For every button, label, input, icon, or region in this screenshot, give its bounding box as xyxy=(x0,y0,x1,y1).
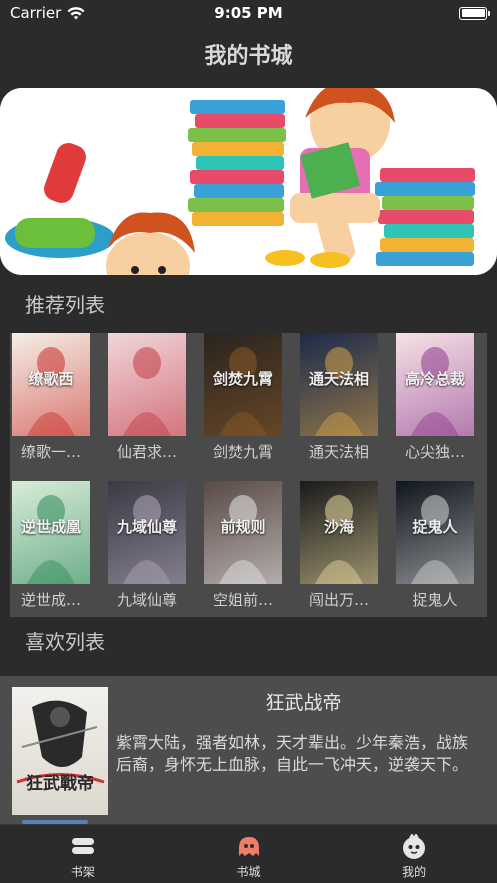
book-cover: 逆世成凰 xyxy=(12,481,90,584)
book-cover: 高冷总裁 xyxy=(396,333,474,436)
battery-icon xyxy=(459,6,490,20)
book-cover: 九域仙尊 xyxy=(108,481,186,584)
bookshelf-icon xyxy=(71,838,94,854)
book-cover-text: 通天法相 xyxy=(308,370,369,388)
book-cover: 捉鬼人 xyxy=(396,481,474,584)
book-title: 捉鬼人 xyxy=(412,591,458,609)
book-item[interactable]: 沙海闯出万… xyxy=(300,481,378,610)
book-cover-art xyxy=(123,347,171,436)
status-time: 9:05 PM xyxy=(214,4,283,22)
book-title: 通天法相 xyxy=(308,443,369,461)
page-title: 我的书城 xyxy=(204,44,293,69)
book-cover-text: 缭歌西 xyxy=(28,370,74,388)
book-item[interactable]: 仙君求… xyxy=(108,333,186,462)
book-title: 仙君求… xyxy=(116,443,177,461)
book-cover: 前规则 xyxy=(204,481,282,584)
book-cover-text: 高冷总裁 xyxy=(404,370,465,388)
book-item[interactable]: 前规则空姐前… xyxy=(204,481,282,610)
recommended-grid: 缭歌西 缭歌一… 仙君求… 剑焚九霄 剑焚九霄 通天法相 通天法相 高冷总裁 心尖独… 逆世成凰逆… xyxy=(10,333,487,617)
book-cover: 缭歌西 xyxy=(12,333,90,436)
book-cover xyxy=(108,333,186,436)
section-title-recommended: 推荐列表 xyxy=(25,293,105,317)
book-item[interactable]: 捉鬼人 捉鬼人 xyxy=(396,481,474,610)
book-cover: 通天法相 xyxy=(300,333,378,436)
book-title: 剑焚九霄 xyxy=(212,443,273,461)
tab-bookstore[interactable]: 书城 xyxy=(166,825,332,883)
book-title: 空姐前… xyxy=(212,591,273,609)
book-cover-text: 九域仙尊 xyxy=(116,518,177,536)
book-cover-text: 剑焚九霄 xyxy=(212,370,273,388)
book-title: 缭歌一… xyxy=(20,443,81,461)
book-cover-text: 前规则 xyxy=(220,518,266,536)
book-title: 九域仙尊 xyxy=(116,591,177,609)
favorite-book-card[interactable]: 狂武戰帝 狂武战帝 紫霄大陆，强者如林，天才辈出。少年秦浩，战族后裔，身怀无上血… xyxy=(0,676,497,824)
banner-image[interactable] xyxy=(0,88,497,275)
favorite-cover-text: 狂武戰帝 xyxy=(26,774,94,794)
bookstore-icon xyxy=(238,837,259,856)
favorite-book-cover: 狂武戰帝 xyxy=(12,687,108,815)
book-item[interactable]: 缭歌西缭歌一… xyxy=(12,333,90,462)
tab-bookshelf[interactable]: 书架 xyxy=(0,825,166,883)
book-cover: 剑焚九霄 xyxy=(204,333,282,436)
book-item[interactable]: 逆世成凰逆世成… xyxy=(12,481,90,610)
book-item[interactable]: 剑焚九霄 剑焚九霄 xyxy=(204,333,282,462)
book-cover-text: 逆世成凰 xyxy=(20,518,81,536)
profile-icon xyxy=(403,834,426,859)
tab-bar: 书架 书城 我的 xyxy=(0,824,497,883)
book-title: 闯出万… xyxy=(308,591,369,609)
book-item[interactable]: 通天法相 通天法相 xyxy=(300,333,378,462)
tab-label-bookshelf: 书架 xyxy=(70,865,95,879)
book-item[interactable]: 九域仙尊 九域仙尊 xyxy=(108,481,186,610)
tab-label-profile: 我的 xyxy=(402,865,427,879)
banner-illustration xyxy=(0,88,497,275)
tab-label-bookstore: 书城 xyxy=(236,865,261,879)
favorite-cover-art xyxy=(16,700,105,784)
favorite-book-title: 狂武战帝 xyxy=(265,692,342,714)
book-item[interactable]: 高冷总裁心尖独… xyxy=(396,333,474,462)
favorite-book-description: 紫霄大陆，强者如林，天才辈出。少年秦浩，战族后裔，身怀无上血脉，自此一飞冲天，逆… xyxy=(116,733,469,774)
book-title: 逆世成… xyxy=(20,591,81,609)
status-bar: Carrier 9:05 PM xyxy=(0,0,497,26)
tab-profile[interactable]: 我的 xyxy=(331,825,497,883)
book-cover: 沙海 xyxy=(300,481,378,584)
book-title: 心尖独… xyxy=(404,443,465,461)
book-cover-text: 捉鬼人 xyxy=(412,518,458,536)
book-cover-text: 沙海 xyxy=(323,518,354,536)
section-title-favorites: 喜欢列表 xyxy=(25,630,105,654)
